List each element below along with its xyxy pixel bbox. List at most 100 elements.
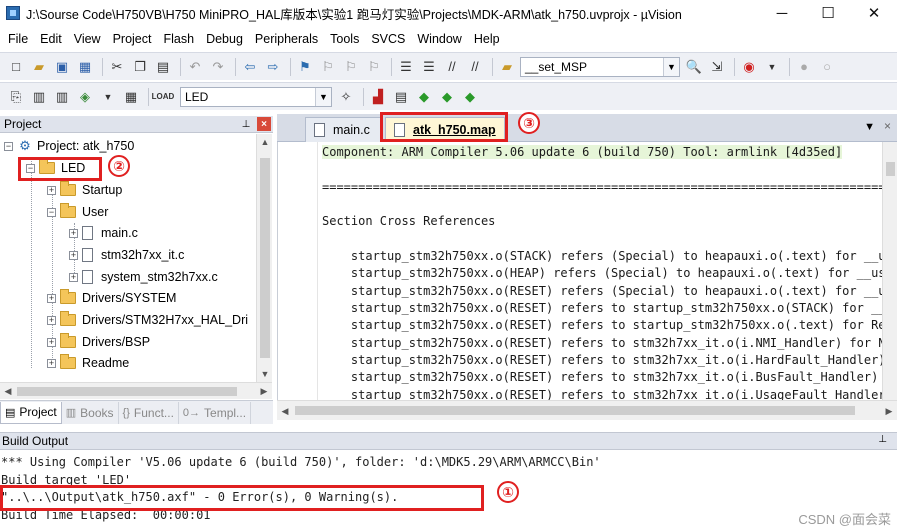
tab-functions[interactable]: {} Funct...: [119, 401, 179, 424]
maximize-button[interactable]: ☐: [805, 0, 851, 26]
redo-icon[interactable]: ↷: [208, 57, 228, 77]
nav-back-icon[interactable]: ⇦: [240, 57, 260, 77]
manage-project-icon[interactable]: ▟: [368, 87, 388, 107]
menu-edit[interactable]: Edit: [34, 32, 68, 46]
find-in-files-icon[interactable]: ▰: [497, 57, 517, 77]
tab-books[interactable]: ▥ Books: [62, 401, 119, 424]
editor-vertical-scrollbar[interactable]: [882, 142, 897, 400]
menu-peripherals[interactable]: Peripherals: [249, 32, 324, 46]
tab-project[interactable]: ▤ Project: [0, 401, 62, 424]
close-tab-icon[interactable]: ×: [884, 119, 891, 133]
menu-view[interactable]: View: [68, 32, 107, 46]
pin-icon[interactable]: ⊥: [239, 117, 253, 131]
tree-file-system[interactable]: + system_stm32h7xx.c: [69, 267, 218, 287]
close-panel-icon[interactable]: ×: [257, 117, 271, 131]
new-file-icon[interactable]: □: [6, 57, 26, 77]
chevron-down-icon[interactable]: ▼: [315, 87, 331, 106]
comment-icon[interactable]: //: [442, 57, 462, 77]
cut-icon[interactable]: ✂: [107, 57, 127, 77]
open-folder-icon[interactable]: ▰: [29, 57, 49, 77]
bookmark-next-icon[interactable]: ⚐: [341, 57, 361, 77]
undo-icon[interactable]: ↶: [185, 57, 205, 77]
tree-group-drivers-hal[interactable]: + Drivers/STM32H7xx_HAL_Dri: [47, 310, 248, 330]
tree-group-readme[interactable]: + Readme: [47, 353, 129, 373]
target-options-icon[interactable]: ✧: [336, 87, 356, 107]
target-select[interactable]: LED ▼: [180, 86, 332, 107]
expand-icon[interactable]: +: [47, 185, 56, 195]
tab-main-c[interactable]: main.c: [305, 117, 383, 142]
tree-project-root[interactable]: − ⚙ Project: atk_h750: [4, 136, 134, 156]
tree-group-drivers-bsp[interactable]: + Drivers/BSP: [47, 332, 150, 352]
tree-group-drivers-system[interactable]: + Drivers/SYSTEM: [47, 288, 176, 308]
tree-group-user[interactable]: − User: [47, 202, 108, 222]
scroll-thumb[interactable]: [17, 387, 237, 396]
expand-icon[interactable]: +: [47, 337, 56, 347]
scroll-thumb[interactable]: [295, 406, 855, 415]
menu-tools[interactable]: Tools: [324, 32, 365, 46]
expand-icon[interactable]: +: [69, 272, 78, 282]
unindent-icon[interactable]: ☰: [419, 57, 439, 77]
collapse-icon[interactable]: −: [4, 141, 13, 151]
close-button[interactable]: ✕: [851, 0, 897, 26]
menu-debug[interactable]: Debug: [200, 32, 249, 46]
expand-icon[interactable]: +: [69, 250, 78, 260]
copy-icon[interactable]: ❐: [130, 57, 150, 77]
menu-help[interactable]: Help: [468, 32, 506, 46]
expand-icon[interactable]: +: [47, 315, 56, 325]
incremental-find-icon[interactable]: ⇲: [707, 57, 727, 77]
menu-window[interactable]: Window: [411, 32, 467, 46]
save-all-icon[interactable]: ▦: [75, 57, 95, 77]
bookmark-prev-icon[interactable]: ⚐: [318, 57, 338, 77]
indent-icon[interactable]: ☰: [396, 57, 416, 77]
batch-dropdown-icon[interactable]: ▼: [98, 87, 118, 107]
save-icon[interactable]: ▣: [52, 57, 72, 77]
paste-icon[interactable]: ▤: [153, 57, 173, 77]
tab-list-icon[interactable]: ▼: [864, 121, 875, 133]
scroll-left-icon[interactable]: ◀: [0, 383, 16, 399]
config-icon[interactable]: ○: [817, 57, 837, 77]
expand-icon[interactable]: +: [69, 228, 78, 238]
scroll-thumb[interactable]: [260, 158, 270, 358]
scroll-right-icon[interactable]: ▶: [256, 383, 272, 399]
menu-file[interactable]: File: [2, 32, 34, 46]
batch-build-icon[interactable]: ◈: [75, 87, 95, 107]
menu-svcs[interactable]: SVCS: [365, 32, 411, 46]
uncomment-icon[interactable]: //: [465, 57, 485, 77]
find-icon[interactable]: 🔍: [684, 57, 704, 77]
nav-forward-icon[interactable]: ⇨: [263, 57, 283, 77]
scroll-down-icon[interactable]: ▼: [257, 366, 273, 382]
bookmark-icon[interactable]: ⚑: [295, 57, 315, 77]
stop-build-icon[interactable]: ▦: [121, 87, 141, 107]
scroll-right-icon[interactable]: ▶: [881, 403, 897, 419]
select-packs-icon[interactable]: ◆: [414, 87, 434, 107]
bookmark-clear-icon[interactable]: ⚐: [364, 57, 384, 77]
project-horizontal-scrollbar[interactable]: ◀ ▶: [0, 382, 272, 399]
event-recorder-icon[interactable]: ◆: [460, 87, 480, 107]
tree-file-it[interactable]: + stm32h7xx_it.c: [69, 245, 184, 265]
editor-horizontal-scrollbar[interactable]: ◀ ▶: [277, 400, 897, 420]
collapse-icon[interactable]: −: [47, 207, 56, 217]
minimize-button[interactable]: ─: [759, 0, 805, 26]
download-icon[interactable]: LOAD: [152, 87, 175, 107]
expand-icon[interactable]: +: [47, 358, 56, 368]
manage-components-icon[interactable]: ▤: [391, 87, 411, 107]
debug-dropdown-icon[interactable]: ▼: [762, 57, 782, 77]
project-vertical-scrollbar[interactable]: ▲ ▼: [256, 134, 272, 382]
scroll-thumb[interactable]: [886, 162, 895, 176]
debug-session-icon[interactable]: ◉: [739, 57, 759, 77]
build-icon[interactable]: ▥: [29, 87, 49, 107]
tree-file-main[interactable]: + main.c: [69, 223, 138, 243]
scroll-left-icon[interactable]: ◀: [277, 403, 293, 419]
translate-icon[interactable]: ⎘: [6, 87, 26, 107]
tree-group-startup[interactable]: + Startup: [47, 180, 122, 200]
menu-flash[interactable]: Flash: [157, 32, 200, 46]
pack-installer-icon[interactable]: ◆: [437, 87, 457, 107]
editor-pane[interactable]: Component: ARM Compiler 5.06 update 6 (b…: [277, 142, 882, 400]
run-icon[interactable]: ●: [794, 57, 814, 77]
tab-templates[interactable]: 0→ Templ...: [179, 401, 252, 424]
chevron-down-icon[interactable]: ▼: [663, 57, 679, 76]
expand-icon[interactable]: +: [47, 293, 56, 303]
scroll-up-icon[interactable]: ▲: [257, 134, 273, 150]
find-combo[interactable]: __set_MSP ▼: [520, 56, 680, 77]
menu-project[interactable]: Project: [107, 32, 158, 46]
